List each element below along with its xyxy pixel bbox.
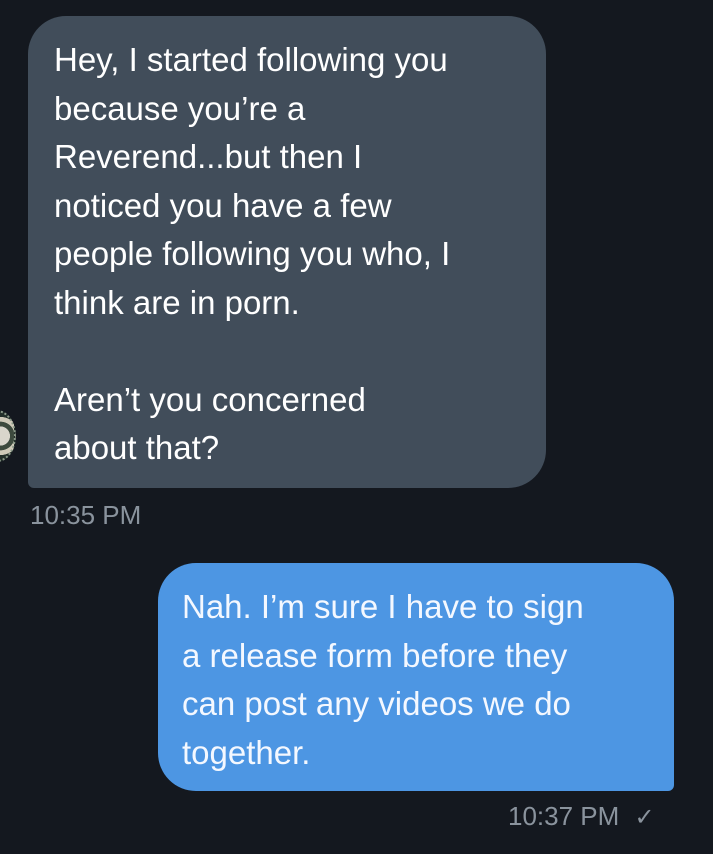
message-line: about that? — [54, 429, 220, 466]
message-line: a release form before they — [182, 636, 568, 674]
message-line: noticed you have a few — [54, 186, 392, 224]
outgoing-message-bubble[interactable]: Nah. I’m sure I have to sign a release f… — [158, 563, 674, 791]
message-line: Hey, I started following you — [54, 41, 448, 78]
checkmark-icon: ✓ — [634, 804, 655, 831]
incoming-message-bubble[interactable]: Hey, I started following you because you… — [28, 16, 546, 488]
message-line: think are in porn. — [54, 283, 300, 321]
message-line: Reverend...but then I — [54, 138, 363, 175]
message-line: can post any videos we do — [182, 685, 571, 722]
outgoing-timestamp: 10:37 PM ✓ — [508, 801, 655, 832]
paragraph-break — [54, 327, 522, 376]
sender-avatar[interactable] — [0, 410, 16, 462]
message-line: Nah. I’m sure I have to sign — [182, 588, 584, 625]
dm-conversation: Hey, I started following you because you… — [0, 0, 713, 854]
outgoing-time-label: 10:37 PM — [508, 801, 620, 831]
message-line: Aren’t you concerned — [54, 380, 366, 418]
incoming-timestamp: 10:35 PM — [30, 500, 142, 530]
message-line: because you’re a — [54, 89, 306, 127]
message-line: people following you who, I — [54, 235, 451, 272]
message-line: together. — [182, 733, 311, 771]
